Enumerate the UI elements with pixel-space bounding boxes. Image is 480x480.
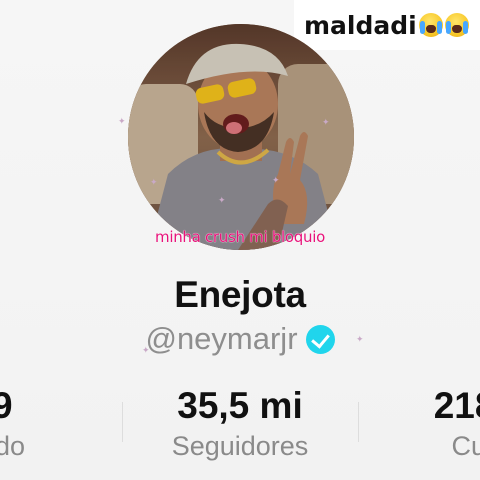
stat-value: 35,5 mi — [177, 385, 303, 426]
sparkle-icon: ✦ — [272, 175, 280, 185]
overlay-caption-box: maldadi — [294, 0, 480, 50]
avatar-caption: minha crush mi bloquio — [155, 228, 325, 246]
stat-divider — [122, 402, 123, 442]
verified-check-icon — [305, 324, 335, 354]
stat-likes[interactable]: 218,4 Curti — [392, 384, 480, 464]
stat-followers[interactable]: 35,5 mi Seguidores — [150, 384, 330, 464]
stat-value: 39 — [0, 385, 13, 426]
avatar-photo — [128, 24, 354, 250]
sparkle-icon: ✦ — [218, 195, 226, 205]
sparkle-icon: ✦ — [118, 116, 126, 126]
profile-screen: maldadi ✦ ✦ ✦ ✦ ✦ ✦ ✦ minha crush mi blo… — [0, 0, 480, 480]
handle-row: @neymarjr — [0, 321, 480, 357]
stat-divider — [358, 402, 359, 442]
stat-label: uindo — [0, 431, 26, 461]
avatar[interactable] — [128, 24, 354, 250]
stat-label: Curti — [451, 431, 480, 461]
sparkle-icon: ✦ — [150, 177, 158, 187]
display-name: Enejota — [174, 274, 306, 315]
overlay-caption-text: maldadi — [304, 10, 417, 40]
stat-label: Seguidores — [171, 431, 309, 461]
crying-face-icon — [444, 13, 469, 37]
crying-face-icon — [418, 13, 443, 37]
profile-stats: 39 uindo 35,5 mi Seguidores 218,4 Curti — [0, 384, 480, 480]
stat-value: 218,4 — [433, 385, 480, 426]
sparkle-icon: ✦ — [322, 117, 330, 127]
stat-following[interactable]: 39 uindo — [0, 384, 80, 464]
username-handle: @neymarjr — [145, 321, 298, 356]
